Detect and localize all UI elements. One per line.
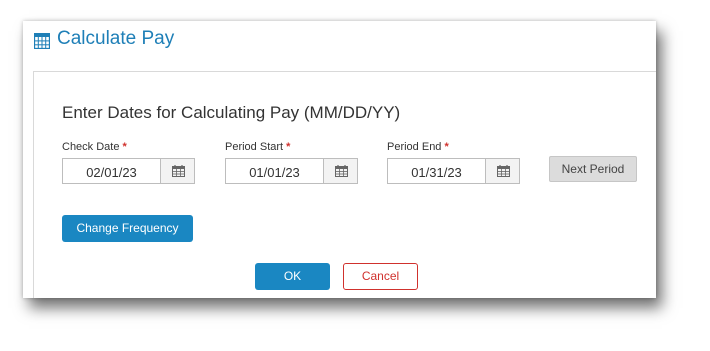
change-frequency-button[interactable]: Change Frequency xyxy=(62,215,193,242)
dialog-titlebar: Calculate Pay xyxy=(23,21,656,71)
period-start-label-text: Period Start xyxy=(225,141,284,153)
section-heading: Enter Dates for Calculating Pay (MM/DD/Y… xyxy=(62,103,401,122)
check-date-input[interactable]: 02/01/23 xyxy=(62,158,160,184)
check-date-calendar-button[interactable] xyxy=(160,158,195,184)
period-start-label: Period Start * xyxy=(225,141,290,153)
cancel-button[interactable]: Cancel xyxy=(343,263,418,290)
calendar-icon xyxy=(497,165,510,177)
content-border xyxy=(33,71,34,298)
period-end-calendar-button[interactable] xyxy=(485,158,520,184)
required-mark: * xyxy=(444,141,449,153)
calendar-icon xyxy=(335,165,348,177)
next-period-button[interactable]: Next Period xyxy=(549,156,637,182)
ok-button[interactable]: OK xyxy=(255,263,330,290)
required-mark: * xyxy=(286,141,291,153)
period-start-input[interactable]: 01/01/23 xyxy=(225,158,323,184)
check-date-label: Check Date * xyxy=(62,141,127,153)
period-end-input[interactable]: 01/31/23 xyxy=(387,158,485,184)
period-end-label: Period End * xyxy=(387,141,449,153)
period-end-label-text: Period End xyxy=(387,141,442,153)
calculator-icon xyxy=(33,32,51,50)
period-start-calendar-button[interactable] xyxy=(323,158,358,184)
dialog-title: Calculate Pay xyxy=(57,28,175,49)
check-date-label-text: Check Date xyxy=(62,141,120,153)
title-divider xyxy=(33,71,656,72)
calendar-icon xyxy=(172,165,185,177)
required-mark: * xyxy=(122,141,127,153)
calculate-pay-dialog: Calculate Pay Enter Dates for Calculatin… xyxy=(23,21,656,298)
